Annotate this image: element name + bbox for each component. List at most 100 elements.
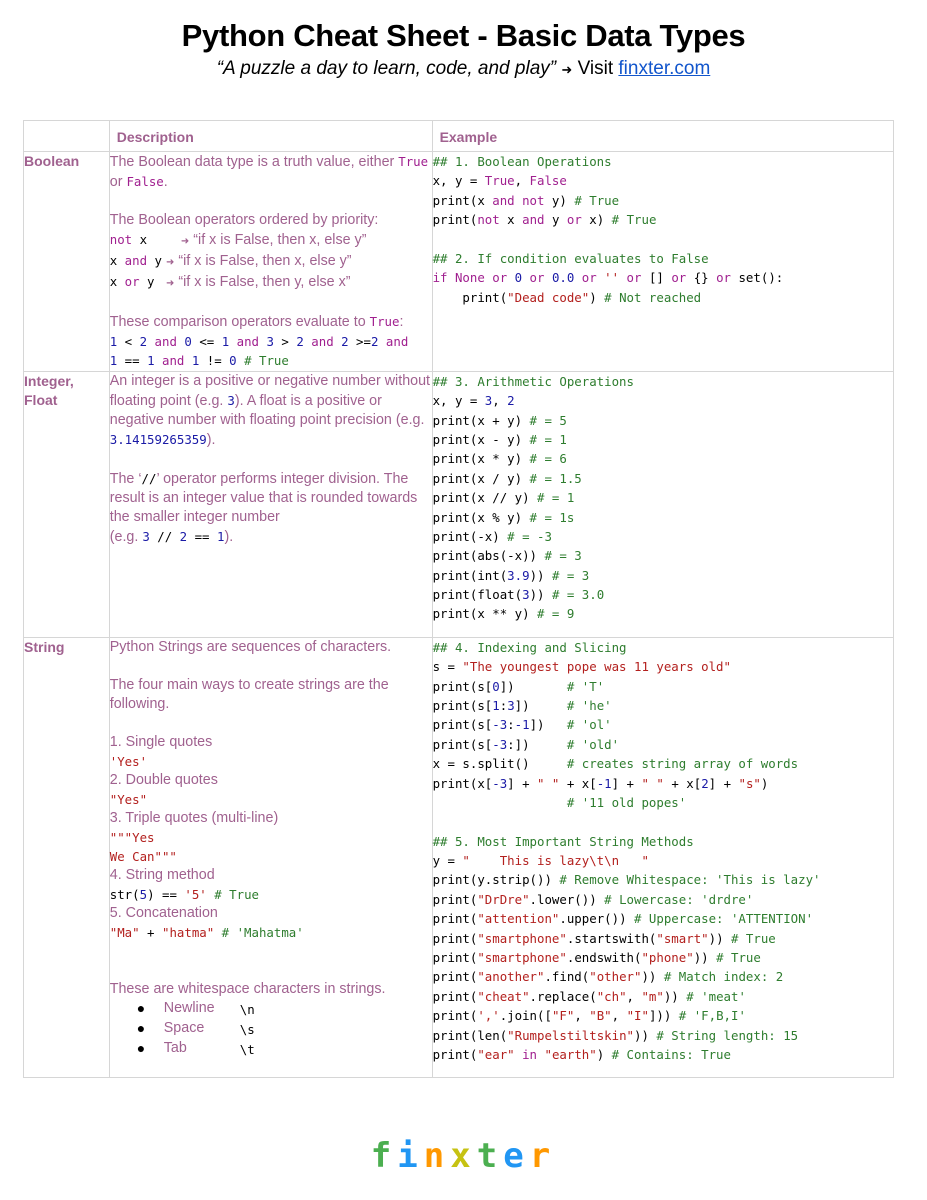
code-token: # = 1 — [537, 490, 575, 506]
code-single-quotes: 'Yes' — [109, 753, 148, 769]
code-token: print(s[ — [432, 736, 493, 752]
escape-code: \s — [239, 1021, 255, 1037]
code-token: -3 — [492, 775, 508, 791]
method-concatenation: 5. Concatenation — [109, 904, 218, 921]
code-token: 2 — [296, 334, 304, 349]
page-title: Python Cheat Sheet - Basic Data Types — [181, 18, 746, 53]
code-token: "F" — [551, 1008, 575, 1024]
code-token: 3 — [522, 587, 530, 603]
code-line: print(-x) # = -3 — [433, 527, 893, 546]
text: : — [399, 314, 404, 330]
list-item-tab: ● Tab \t — [110, 1039, 432, 1059]
column-header-empty — [23, 120, 110, 152]
label-line: Float — [24, 391, 58, 408]
code-token: print(x * y) — [432, 451, 530, 467]
code-token: "cheat" — [477, 988, 530, 1004]
code-token: x = s.split() — [432, 756, 567, 772]
code-token: "ch" — [596, 988, 627, 1004]
code-token: and — [154, 353, 192, 369]
code-token: "another" — [477, 969, 545, 985]
code-token: # 'ol' — [566, 717, 612, 733]
code-token: , — [514, 173, 530, 189]
cheat-sheet-table: Description Example Boolean The Boolean … — [23, 120, 895, 1078]
code-token: ) — [760, 775, 769, 791]
code-token: # creates string array of words — [566, 756, 799, 772]
code-line: print(x // y) # = 1 — [433, 488, 893, 507]
code-token: print( — [432, 988, 478, 1004]
code-token: print(x / y) — [432, 470, 530, 486]
code-token: y) — [544, 192, 575, 208]
text: “if x is False, then y, else x” — [178, 274, 351, 290]
text: The ‘ — [109, 470, 142, 487]
code-token: "smartphone" — [477, 950, 567, 966]
code-token: 0 — [514, 270, 523, 286]
code-line: print(s[-3:-1]) # 'ol' — [433, 715, 893, 734]
code-line: print(x * y) # = 6 — [433, 449, 893, 468]
code-token: "ear" — [477, 1046, 515, 1062]
code-token: "m" — [641, 988, 664, 1004]
code-number: 3 — [227, 392, 235, 408]
code-token: # True — [611, 212, 657, 228]
code-token: # Uppercase: 'ATTENTION' — [634, 911, 814, 927]
method-single-quotes: 1. Single quotes — [109, 733, 213, 750]
row-label-string: String — [23, 636, 110, 1078]
code-token: ',' — [477, 1008, 500, 1024]
code-operator: // — [141, 470, 157, 486]
code-token: != — [199, 353, 230, 369]
code-token: # Remove Whitespace: 'This is lazy' — [559, 872, 821, 888]
code-token: 3 — [266, 334, 274, 349]
code-line: print(int(3.9)) # = 3 — [433, 566, 893, 585]
code-token: # True — [236, 353, 289, 369]
code-token: + x[ — [559, 775, 597, 791]
label: Tab — [163, 1039, 187, 1056]
code: not — [109, 232, 133, 247]
code-token: ## 4. Indexing and Slicing — [432, 639, 627, 655]
column-header-example: Example — [431, 120, 895, 152]
code-token: # 'old' — [566, 736, 620, 752]
code-token: )) — [708, 930, 731, 946]
text: ). — [224, 528, 234, 545]
finxter-logo: finxter — [0, 1136, 927, 1176]
code-true: True — [369, 314, 400, 329]
logo-letter: f — [370, 1136, 398, 1176]
code-token: 2 — [701, 775, 709, 791]
comparison-code: 1 < 2 and 0 <= 1 and 3 > 2 and 2 >=2 and… — [110, 332, 432, 371]
code-number: 3.14159265359 — [109, 431, 207, 447]
code-token: print(-x) — [432, 528, 508, 544]
code-token: x — [499, 212, 523, 228]
comparison-intro: These comparison operators evaluate to T… — [110, 312, 432, 332]
code-line: print(','.join(["F", "B", "I"])) # 'F,B,… — [433, 1006, 893, 1025]
code-token: .replace( — [529, 988, 597, 1004]
code-token: print(abs(-x)) — [432, 548, 545, 564]
code-line: print("DrDre".lower()) # Lowercase: 'drd… — [433, 890, 893, 909]
code-token: s = — [432, 659, 463, 675]
code-token: print( — [432, 289, 508, 305]
code-token: "I" — [626, 1008, 649, 1024]
code-token: ) — [589, 289, 605, 305]
code-token: .startswith( — [566, 930, 657, 946]
code-token: ## 2. If condition evaluates to False — [432, 250, 709, 266]
operator-or: x or y ➜ “if x is False, then y, else x” — [110, 272, 432, 293]
code-concatenation: "Ma" + "hatma" # 'Mahatma' — [110, 923, 432, 942]
text: . — [163, 174, 168, 190]
row-label-integer-float: Integer, Float — [23, 370, 110, 638]
label: Newline — [163, 999, 215, 1016]
code-line: print(s[1:3]) # 'he' — [433, 696, 893, 715]
code-token: set(): — [731, 270, 784, 286]
code-line: x, y = 3, 2 — [433, 391, 893, 410]
code-token: print(float( — [432, 587, 523, 603]
code-token: ## 1. Boolean Operations — [432, 154, 612, 169]
code-token: and — [147, 334, 185, 349]
string-intro: Python Strings are sequences of characte… — [109, 638, 392, 655]
example-integer-float: ## 3. Arithmetic Operations x, y = 3, 2 pr… — [431, 370, 895, 638]
code-token: # 'Mahatma' — [214, 924, 304, 940]
subtitle: “A puzzle a day to learn, code, and play… — [0, 58, 927, 80]
text: These comparison operators evaluate to — [109, 314, 370, 330]
finxter-link[interactable]: finxter.com — [618, 58, 710, 79]
integer-intro: An integer is a positive or negative num… — [110, 372, 432, 450]
code-str-method: str(5) == '5' # True — [110, 885, 432, 904]
logo-letter: i — [397, 1136, 424, 1176]
code-token: -3 — [492, 736, 508, 752]
code-token: # = 3 — [551, 567, 590, 583]
